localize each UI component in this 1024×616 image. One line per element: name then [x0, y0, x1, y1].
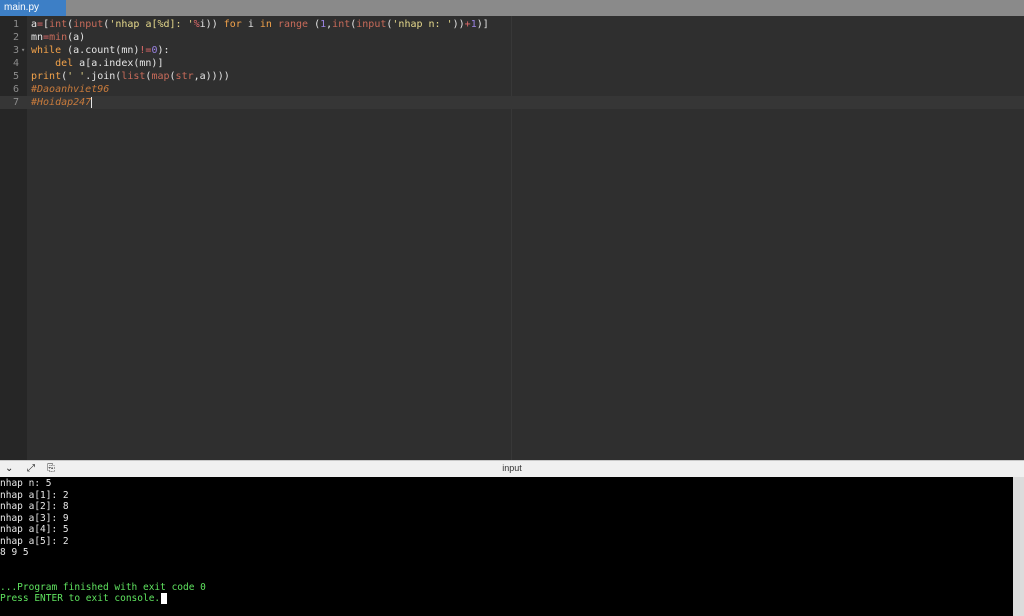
code-token: i)) [199, 19, 224, 30]
press-enter-line: Press ENTER to exit console. [0, 593, 168, 604]
line-number: 1 [12, 19, 19, 30]
press-enter-text: Press ENTER to exit console. [0, 593, 161, 604]
code-token: != [139, 45, 152, 56]
code-token: #Hoidap247 [31, 97, 92, 108]
code-line[interactable]: 4 del a[a.index(mn)] [0, 57, 1024, 70]
console-output[interactable]: nhap n: 5 nhap a[1]: 2 nhap a[2]: 8 nhap a[… [0, 477, 1024, 616]
line-number: 3 [12, 45, 19, 56]
code-token: )] [476, 19, 489, 30]
console-line: nhap a[3]: 9 [0, 512, 69, 524]
code-token: 'nhap a[%d]: ' [109, 19, 194, 30]
code-token: str [175, 71, 194, 82]
code-token: in [259, 19, 272, 30]
code-token: del [55, 58, 74, 69]
console-line: nhap n: 5 [0, 478, 52, 489]
code-text: #Hoidap247 [31, 96, 93, 109]
console-line: nhap a[2]: 8 [0, 501, 69, 512]
code-line[interactable]: 2 mn=min(a) [0, 31, 1024, 44]
code-text: while (a.count(mn)!=0): [31, 44, 170, 57]
code-token: i [241, 19, 260, 30]
code-text: a=[int(input('nhap a[%d]: '%i)) for i in… [31, 18, 489, 31]
code-token: print [31, 71, 62, 82]
code-token: (a) [67, 32, 86, 43]
code-token: int [49, 19, 68, 30]
line-number: 2 [12, 32, 19, 43]
code-text: print(' '.join(list(map(str,a)))) [31, 70, 230, 83]
code-line[interactable]: 1 a=[int(input('nhap a[%d]: '%i)) for i i… [0, 18, 1024, 31]
console-line: nhap a[5]: 2 [0, 535, 69, 547]
line-number: 7 [12, 97, 19, 108]
console-panel-header: ⌄ ⤢ ⎘ input [0, 460, 1024, 477]
line-number: 6 [12, 84, 19, 95]
console-scrollbar[interactable] [1013, 477, 1024, 616]
exit-message: ...Program finished with exit code 0 [0, 582, 206, 593]
code-text: #Daoanhviet96 [31, 83, 109, 96]
console-line: nhap a[1]: 2 [0, 489, 69, 501]
code-text: del a[a.index(mn)] [31, 57, 163, 70]
code-editor[interactable]: 1 a=[int(input('nhap a[%d]: '%i)) for i i… [0, 16, 1024, 460]
code-token: int [332, 19, 351, 30]
code-token: list [121, 71, 146, 82]
console-line: 8 9 5 [0, 547, 29, 558]
console-line: nhap a[4]: 5 [0, 524, 69, 535]
fold-arrow-icon[interactable]: ▾ [21, 44, 25, 57]
code-token: min [49, 32, 68, 43]
code-token: a[a.index(mn)] [73, 58, 164, 69]
code-line[interactable]: 5 print(' '.join(list(map(str,a)))) [0, 70, 1024, 83]
tab-main-py[interactable]: main.py [0, 0, 66, 16]
code-token: ' ' [67, 71, 86, 82]
code-token: ( [308, 19, 321, 30]
line-number: 4 [12, 58, 19, 69]
code-token: range [277, 19, 309, 30]
console-cursor[interactable] [161, 593, 168, 604]
code-token: #Daoanhviet96 [31, 84, 110, 95]
code-token: (a.count(mn) [61, 45, 140, 56]
code-token: .join( [85, 71, 122, 82]
code-line[interactable]: 6 #Daoanhviet96 [0, 83, 1024, 96]
tab-bar: main.py [0, 0, 1024, 16]
code-line[interactable]: 7 #Hoidap247 [0, 96, 1024, 109]
code-token: 'nhap n: ' [392, 19, 453, 30]
code-text: mn=min(a) [31, 31, 85, 44]
text-caret [91, 96, 93, 108]
console-panel-title: input [502, 463, 522, 473]
line-number: 5 [12, 71, 19, 82]
code-token: map [151, 71, 170, 82]
code-token: for [223, 19, 242, 30]
code-line[interactable]: 3 ▾ while (a.count(mn)!=0): [0, 44, 1024, 57]
code-token: ,a)))) [193, 71, 230, 82]
code-token: ): [157, 45, 170, 56]
code-token: mn [31, 32, 44, 43]
code-token: input [356, 19, 387, 30]
code-token: )) [452, 19, 465, 30]
code-token: while [31, 45, 62, 56]
code-token: input [73, 19, 104, 30]
